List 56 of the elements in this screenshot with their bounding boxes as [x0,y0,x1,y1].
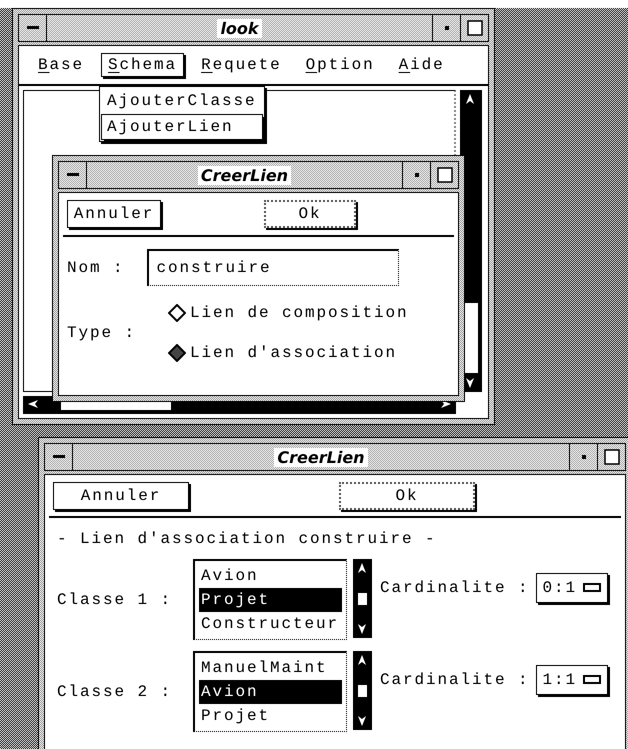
scroll-thumb[interactable] [358,592,367,604]
arrow-down-icon[interactable] [356,623,368,635]
list-item[interactable]: Projet [199,704,342,728]
menu-entry[interactable]: AjouterClasse [101,88,263,114]
arrow-up-icon[interactable] [356,654,368,666]
arrow-down-icon[interactable] [465,377,477,389]
field-label: Classe 2 : [57,682,174,700]
list-scrollbar[interactable] [353,651,372,730]
menu-item[interactable]: Requete [194,53,289,77]
square-icon [466,20,482,36]
menu-item[interactable]: Aide [392,53,452,77]
menu-entry[interactable]: AjouterLien [101,114,263,140]
radio-diamond-icon[interactable] [168,344,186,362]
arrow-left-icon[interactable] [27,399,39,411]
scroll-thumb[interactable] [464,303,478,373]
class-list[interactable]: Avion Projet Constructeur [193,559,347,640]
radio-diamond-icon[interactable] [168,304,186,322]
list-item[interactable]: Avion [199,564,342,588]
list-item[interactable]: Projet [199,588,342,612]
window-title: look [217,18,262,38]
bar-icon [52,455,64,459]
field-label: Classe 1 : [57,590,174,608]
arrow-down-icon[interactable] [356,715,368,727]
bar-icon [26,26,38,30]
push-button[interactable]: Annuler [67,200,161,228]
menu-item[interactable]: Option [298,53,382,77]
scroll-thumb[interactable] [358,684,367,696]
window-title: CreerLien [274,448,368,466]
option-menu[interactable]: 0:1 [536,573,608,603]
window-title: CreerLien [198,166,292,184]
list-scrollbar[interactable] [353,559,372,638]
list-item[interactable]: Constructeur [199,612,342,636]
option-indicator-icon [583,675,602,685]
menu-item[interactable]: Schema [101,53,184,77]
option-value: 1:1 [542,671,578,689]
arrow-up-icon[interactable] [465,93,477,105]
field-label: Cardinalite : [380,671,530,689]
option-indicator-icon [583,583,602,593]
section-heading: - Lien d'association construire - [56,529,438,550]
list-item[interactable]: Avion [199,680,342,704]
input-field[interactable]: construire [146,249,399,286]
class-list[interactable]: ManuelMaint Avion Projet [193,651,347,732]
field-label: Type : [67,324,136,342]
default-button[interactable]: Ok [264,200,356,228]
field-label: Nom : [67,258,125,276]
option-menu[interactable]: 1:1 [536,665,608,695]
field-label: Cardinalite : [380,579,530,597]
list-item[interactable]: ManuelMaint [199,656,342,680]
option-value: 0:1 [542,579,578,597]
menu-item[interactable]: Base [31,53,92,77]
bar-icon [66,173,78,177]
square-icon [436,167,452,183]
square-icon [604,449,620,465]
push-button[interactable]: Annuler [53,482,189,510]
arrow-up-icon[interactable] [356,562,368,574]
default-button[interactable]: Ok [339,482,475,510]
